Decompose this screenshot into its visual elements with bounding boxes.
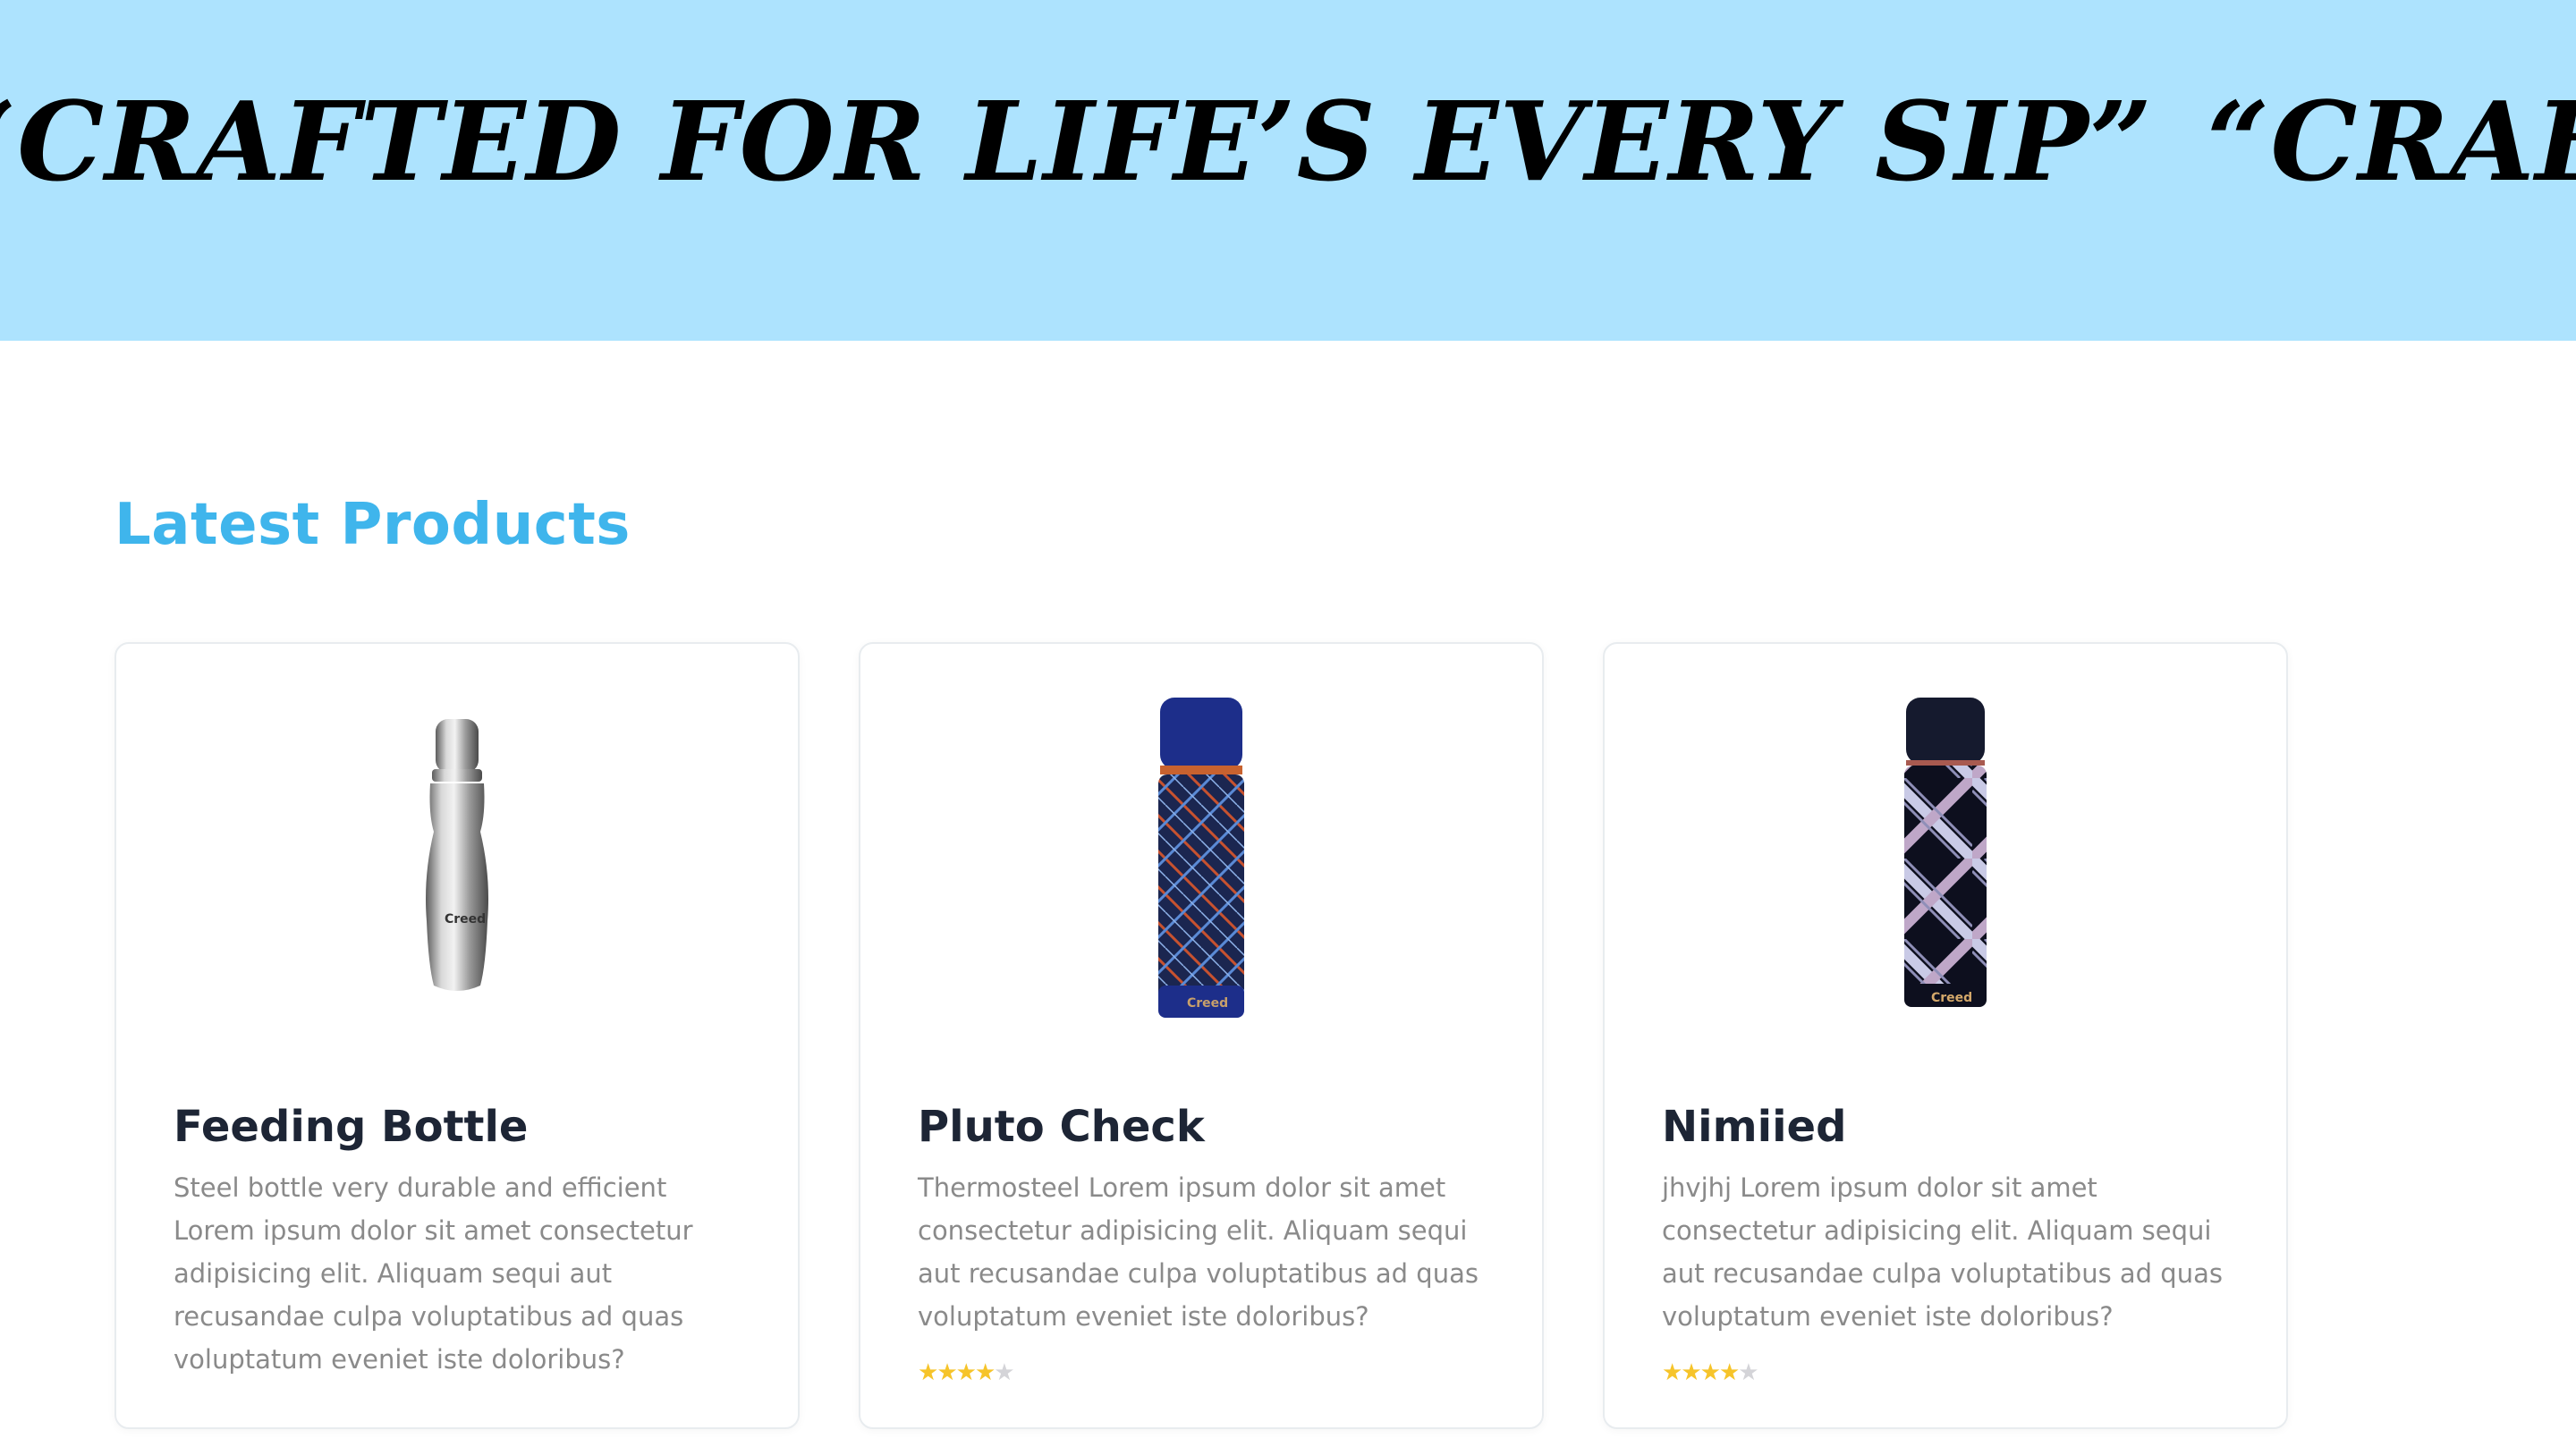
product-image[interactable]: Creed: [860, 698, 1542, 1018]
product-description: Steel bottle very durable and efficient …: [174, 1172, 693, 1375]
product-grid: Creed Feeding Bottle Steel bottle very d…: [114, 642, 2297, 1447]
svg-text:Creed: Creed: [1931, 991, 1972, 1005]
star-icon: ★: [1662, 1359, 1682, 1386]
plaid-black-flask-image: Creed: [1904, 698, 1987, 1007]
product-card[interactable]: Creed Nimiied jhvjhj Lorem ipsum dolor s…: [1603, 642, 2288, 1429]
star-icon: ★: [1738, 1359, 1758, 1386]
star-icon: ★: [1718, 1359, 1740, 1386]
steel-bottle-image: Creed: [426, 719, 488, 991]
product-title[interactable]: Pluto Check: [918, 1102, 1205, 1152]
marquee-slogan: “CRAFTED FOR LIFE’S EVERY SIP” “CRAFTED F…: [0, 70, 2576, 213]
star-icon: ★: [1681, 1359, 1701, 1386]
svg-text:Creed: Creed: [445, 912, 486, 927]
product-image[interactable]: Creed: [1605, 698, 2286, 1007]
star-rating: ★★★★★: [918, 1359, 1015, 1386]
product-description: jhvjhj Lorem ipsum dolor sit amet consec…: [1662, 1172, 2223, 1332]
star-icon: ★: [936, 1359, 957, 1386]
product-description: Thermosteel Lorem ipsum dolor sit amet c…: [918, 1172, 1479, 1332]
svg-text:Creed: Creed: [1187, 996, 1228, 1011]
section-title: Latest Products: [114, 492, 631, 558]
product-card[interactable]: Creed Pluto Check Thermosteel Lorem ipsu…: [859, 642, 1544, 1429]
star-icon: ★: [994, 1359, 1014, 1386]
plaid-navy-flask-image: Creed: [1158, 698, 1244, 1018]
star-icon: ★: [1699, 1359, 1721, 1386]
marquee-text: “CRAFTED FOR LIFE’S EVERY SIP”: [2207, 77, 2576, 206]
product-title[interactable]: Nimiied: [1662, 1102, 1846, 1152]
star-icon: ★: [918, 1359, 938, 1386]
hero-banner: “CRAFTED FOR LIFE’S EVERY SIP” “CRAFTED F…: [0, 0, 2576, 341]
star-icon: ★: [955, 1359, 977, 1386]
product-card[interactable]: Creed Feeding Bottle Steel bottle very d…: [114, 642, 800, 1429]
star-rating: ★★★★★: [1662, 1359, 1759, 1386]
marquee-text: “CRAFTED FOR LIFE’S EVERY SIP”: [0, 77, 2154, 206]
product-title[interactable]: Feeding Bottle: [174, 1102, 528, 1152]
product-image[interactable]: Creed: [116, 698, 798, 1002]
star-icon: ★: [974, 1359, 996, 1386]
